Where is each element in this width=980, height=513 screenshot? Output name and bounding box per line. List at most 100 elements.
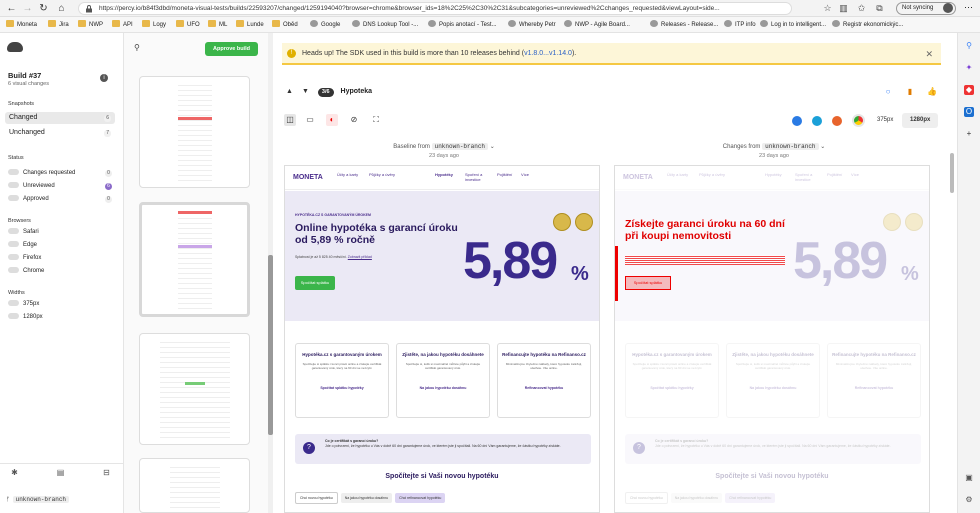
award-seal-icon (553, 213, 571, 231)
bookmark-item[interactable]: NWP (78, 20, 103, 30)
previous-snapshot-icon[interactable]: ▲ (286, 86, 294, 98)
percy-sidebar: Build #37 6 visual changes i Snapshots C… (0, 33, 124, 513)
width-375[interactable]: 375px (8, 299, 39, 309)
toggle-switch[interactable] (8, 228, 19, 234)
bookmark-item[interactable]: ML (208, 20, 227, 30)
add-icon[interactable]: + (964, 129, 974, 139)
award-seal-icon (575, 213, 593, 231)
firefox-icon[interactable] (832, 116, 842, 126)
next-snapshot-icon[interactable]: ▼ (302, 86, 310, 98)
bookmark-item[interactable]: NWP - Agile Board... (564, 20, 630, 30)
safari-icon[interactable] (792, 116, 802, 126)
address-bar[interactable]: https://percy.io/b84f3dbd/moneta-visual-… (78, 2, 792, 15)
favorites-list-icon[interactable]: ✩ (856, 3, 867, 14)
toggle-switch[interactable] (8, 267, 19, 273)
search-icon[interactable]: ⚲ (134, 43, 143, 52)
browser-safari[interactable]: Safari (8, 227, 39, 237)
baseline-screenshot[interactable]: MONETA Účty a karty Půjčky a úvěry Hypot… (284, 165, 600, 513)
snapshot-thumbnail[interactable] (139, 333, 250, 445)
comment-icon[interactable]: ○ (882, 86, 894, 98)
changes-branch[interactable]: unknown-branch (762, 143, 819, 150)
toggle-switch[interactable] (8, 254, 19, 260)
single-view-icon[interactable]: ▭ (304, 114, 316, 126)
info-icon[interactable]: i (100, 74, 108, 82)
toggle-switch[interactable] (8, 313, 19, 319)
bookmark-item[interactable]: Releases - Release... (650, 20, 718, 30)
bookmark-item[interactable]: API (112, 20, 133, 30)
width-1280[interactable]: 1280px (8, 312, 43, 322)
favorite-icon[interactable]: ☆ (822, 3, 833, 14)
edge-icon[interactable] (812, 116, 822, 126)
status-approved[interactable]: Approved (8, 194, 49, 204)
snapshot-thumbnail[interactable] (139, 458, 250, 513)
width-375-button[interactable]: 375px (869, 113, 901, 128)
bookmark-item[interactable]: Logy (142, 20, 166, 30)
split-screen-icon[interactable]: ▥ (838, 3, 849, 14)
profile-avatar[interactable] (943, 3, 953, 13)
shopping-icon[interactable]: ◆ (964, 85, 974, 95)
bookmark-item[interactable]: Jira (48, 20, 69, 30)
chrome-icon[interactable] (852, 114, 865, 127)
percy-logo-icon[interactable] (7, 42, 23, 52)
status-unreviewed[interactable]: Unreviewed (8, 181, 55, 191)
bookmark-item[interactable]: Whereby Petr (508, 20, 556, 30)
version-range[interactable]: v1.8.0...v1.14.0 (524, 50, 572, 57)
browser-firefox[interactable]: Firefox (8, 253, 41, 263)
nav-changed[interactable]: Changed 6 (5, 112, 115, 124)
bookmark-item[interactable]: Oběd (272, 20, 298, 30)
scrollbar-thumb[interactable] (268, 255, 273, 435)
side-by-side-view-icon[interactable]: ◫ (284, 114, 296, 126)
status-changes-requested[interactable]: Changes requested (8, 168, 75, 178)
keyboard-icon[interactable]: ▤ (56, 468, 65, 477)
approve-build-button[interactable]: Approve build (205, 42, 258, 56)
close-icon[interactable]: ✕ (925, 43, 933, 65)
site-menu-item: Účty a karty (667, 172, 689, 177)
diff-toggle-icon[interactable]: ◐ (326, 114, 338, 126)
collapse-sidebar-icon[interactable]: ⊟ (102, 468, 111, 477)
changes-screenshot[interactable]: MONETA Účty a karty Půjčky a úvěry Hypot… (614, 165, 930, 513)
home-icon[interactable]: ⌂ (56, 3, 67, 14)
width-1280-button[interactable]: 1280px (902, 113, 939, 128)
bookmark-item[interactable]: Log in to intelligent... (760, 20, 826, 30)
reload-icon[interactable]: ↻ (38, 3, 49, 14)
copilot-icon[interactable]: ✦ (964, 63, 974, 73)
bookmark-item[interactable]: UFO (176, 20, 200, 30)
sidebar-layout-icon[interactable]: ▣ (964, 473, 974, 483)
toggle-switch[interactable] (8, 195, 19, 201)
baseline-branch[interactable]: unknown-branch (431, 143, 489, 150)
approve-snapshot-icon[interactable]: 👍 (926, 86, 938, 98)
collections-icon[interactable]: ⧉ (874, 3, 885, 14)
bookmark-item[interactable]: Moneta (6, 20, 37, 30)
bookmark-item[interactable]: Registr ekonomickýc... (832, 20, 903, 30)
chevron-down-icon[interactable]: ⌄ (820, 144, 825, 150)
bookmark-item[interactable]: Lunde (236, 20, 264, 30)
toggle-switch[interactable] (8, 169, 19, 175)
search-icon[interactable]: ⚲ (964, 41, 974, 51)
main-scrollbar[interactable] (950, 153, 954, 193)
ignore-regions-icon[interactable]: ⊘ (348, 114, 360, 126)
bookmark-item[interactable]: Google (310, 20, 340, 30)
browser-edge[interactable]: Edge (8, 240, 37, 250)
bookmark-item[interactable]: DNS Lookup Tool -... (352, 20, 418, 30)
forward-icon[interactable]: → (22, 3, 33, 14)
bookmark-item[interactable]: Popis anotací - Test... (428, 20, 497, 30)
sidebar-footer: ✱ ▤ ⊟ (0, 463, 124, 485)
settings-icon[interactable]: ✱ (10, 468, 19, 477)
toggle-switch[interactable] (8, 300, 19, 306)
nav-unchanged[interactable]: Unchanged 7 (5, 127, 115, 139)
back-icon[interactable]: ← (6, 3, 17, 14)
bookmark-item[interactable]: ITP info (724, 20, 756, 30)
chevron-down-icon[interactable]: ⌄ (490, 144, 495, 150)
outlook-icon[interactable]: O (964, 107, 974, 117)
site-menu-item: Půjčky a úvěry (369, 172, 396, 177)
browser-menu-icon[interactable]: ⋯ (964, 2, 973, 13)
browser-chrome[interactable]: Chrome (8, 266, 44, 276)
fullscreen-icon[interactable]: ⛶ (370, 114, 382, 126)
toggle-switch[interactable] (8, 241, 19, 247)
toggle-switch[interactable] (8, 182, 19, 188)
settings-icon[interactable]: ⚙ (964, 495, 974, 505)
snapshot-thumbnail[interactable] (139, 76, 250, 188)
snapshot-thumbnail-selected[interactable] (139, 202, 250, 317)
site-logo: MONETA (293, 174, 323, 181)
request-changes-icon[interactable]: ▮ (904, 86, 916, 98)
